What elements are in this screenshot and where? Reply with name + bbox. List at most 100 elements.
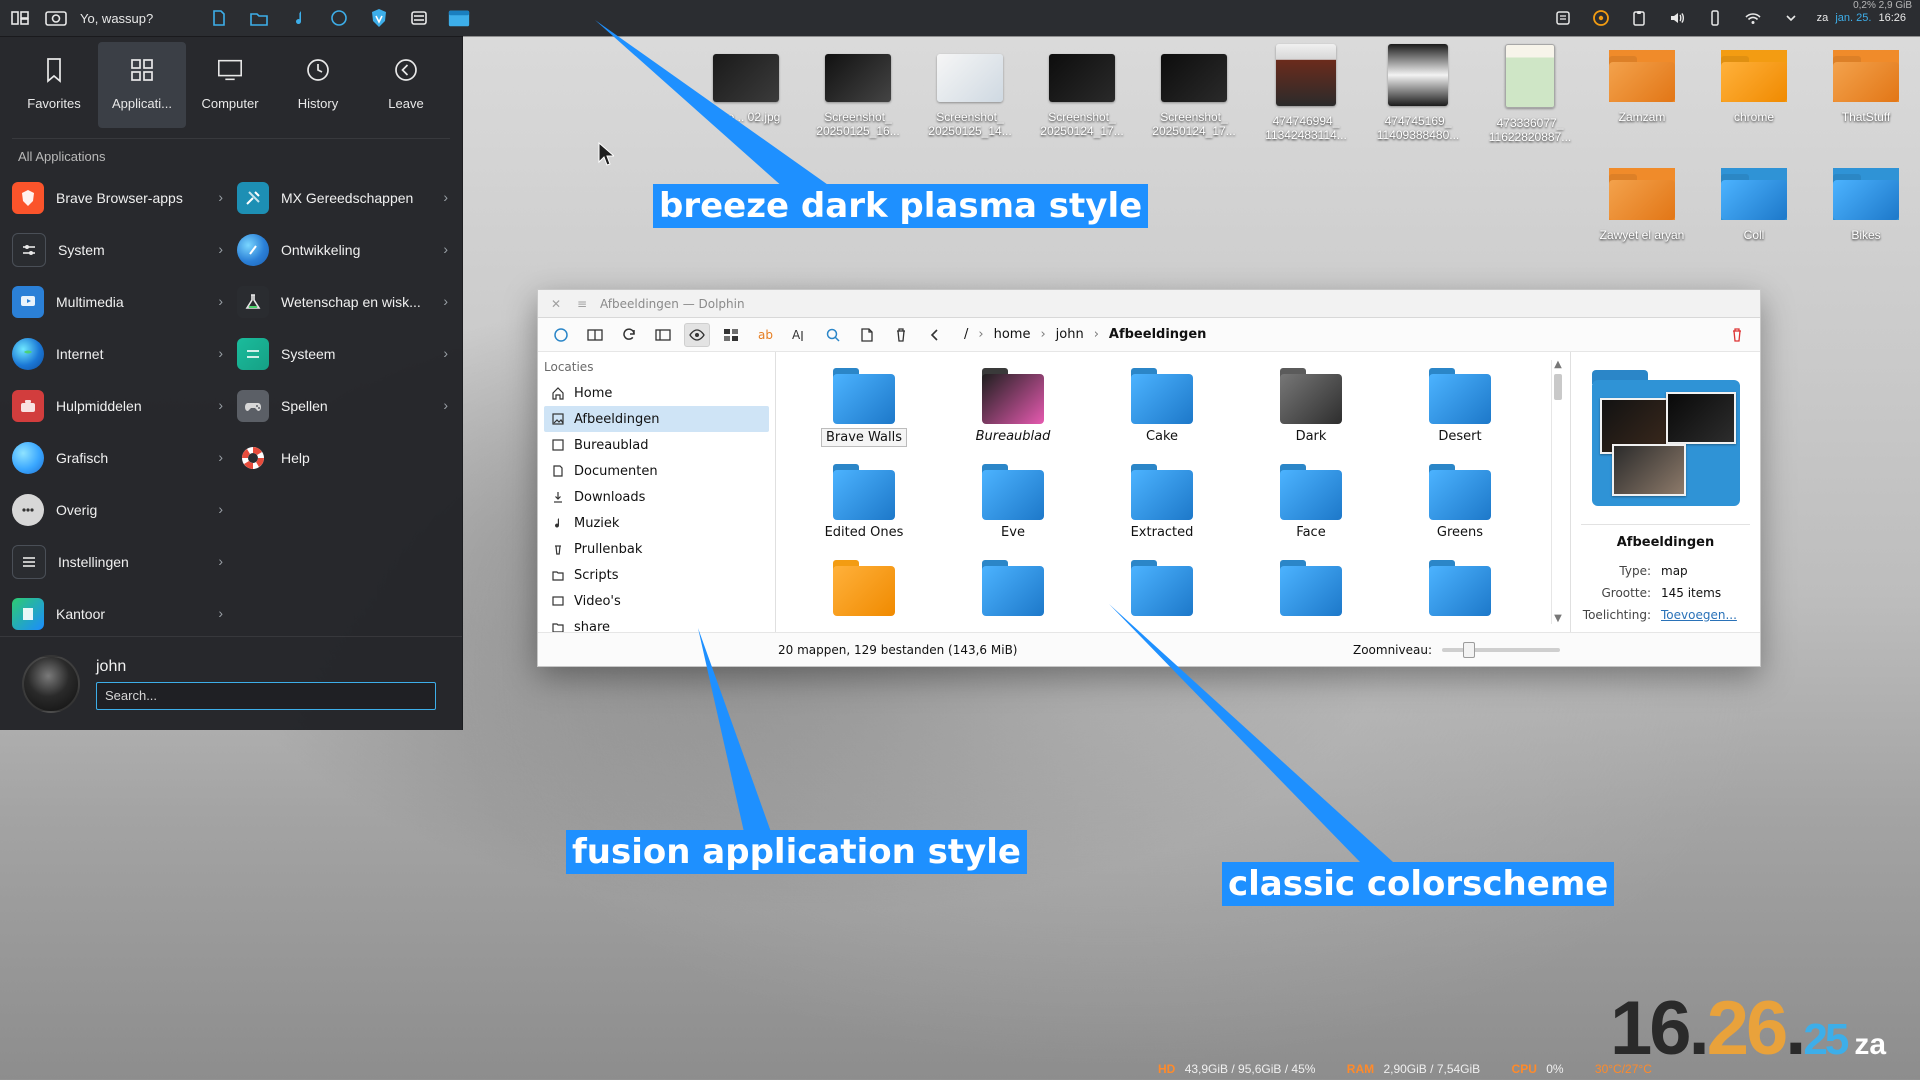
place-videos[interactable]: Video's (544, 588, 769, 614)
new-document-icon[interactable] (854, 323, 880, 347)
split-view-icon[interactable] (582, 323, 608, 347)
desktop-folder[interactable]: Zamzam (1586, 50, 1698, 124)
file-manager-launcher-icon[interactable] (247, 6, 271, 30)
scrollbar-thumb[interactable] (1554, 374, 1562, 400)
category-spellen[interactable]: Spellen › (237, 380, 462, 432)
screenshot-icon[interactable] (44, 6, 68, 30)
category-system[interactable]: System › (12, 224, 237, 276)
category-overig[interactable]: Overig › (12, 484, 237, 536)
launcher-search-input[interactable]: Search... (96, 681, 436, 710)
avatar[interactable] (22, 654, 80, 713)
place-scripts[interactable]: Scripts (544, 562, 769, 588)
document-launcher-icon[interactable] (207, 6, 231, 30)
delete-icon[interactable] (888, 323, 914, 347)
place-muziek[interactable]: Muziek (544, 510, 769, 536)
trash-icon[interactable] (1724, 323, 1750, 347)
category-grafisch[interactable]: Grafisch › (12, 432, 237, 484)
desktop-folder[interactable]: ThatStuff (1810, 50, 1920, 124)
circle-launcher-icon[interactable] (327, 6, 351, 30)
folder-item[interactable] (1251, 560, 1371, 635)
category-hulpmiddelen[interactable]: Hulpmiddelen › (12, 380, 237, 432)
wifi-tray-icon[interactable] (1741, 6, 1765, 30)
place-downloads[interactable]: Downloads (544, 484, 769, 510)
folder-item[interactable]: Dark (1251, 368, 1371, 445)
preview-toggle-eye-icon[interactable] (684, 322, 710, 347)
brave-launcher-icon[interactable] (367, 6, 391, 30)
category-ontwikkeling[interactable]: Ontwikkeling › (237, 224, 462, 276)
folder-item[interactable]: Eve (953, 464, 1073, 541)
tab-leave[interactable]: Leave (362, 42, 450, 128)
tab-favorites[interactable]: Favorites (10, 42, 98, 128)
desktop-icon[interactable]: Screenshot_ 20250124_17... (1026, 54, 1138, 138)
scroll-up-icon[interactable]: ▲ (1553, 360, 1563, 370)
desktop-folder[interactable]: chrome (1698, 50, 1810, 124)
tab-history[interactable]: History (274, 42, 362, 128)
clipboard-tray-icon[interactable] (1627, 6, 1651, 30)
panel-clock[interactable]: za jan. 25. 16:26 (1817, 12, 1906, 24)
desktop-icon[interactable]: Screenshot_ 20250125_14... (914, 54, 1026, 138)
back-chevron-icon[interactable] (922, 323, 948, 347)
reload-icon[interactable] (616, 323, 642, 347)
window-titlebar[interactable]: ✕ ≡ Afbeeldingen — Dolphin (538, 290, 1760, 318)
breadcrumb-root[interactable]: / (964, 327, 968, 342)
place-afbeeldingen[interactable]: Afbeeldingen (544, 406, 769, 432)
add-comment-link[interactable]: Toevoegen... (1661, 608, 1737, 622)
category-instellingen[interactable]: Instellingen › (12, 536, 237, 588)
desktop-icon[interactable]: 473336077_ 11622820887... (1474, 44, 1586, 144)
folder-item[interactable]: Face (1251, 464, 1371, 541)
tray-expand-chevron-icon[interactable] (1779, 6, 1803, 30)
update-tray-icon[interactable] (1589, 6, 1613, 30)
breadcrumb-current[interactable]: Afbeeldingen (1109, 327, 1207, 342)
desktop-folder[interactable]: Bikes (1810, 168, 1920, 242)
category-systeem[interactable]: Systeem › (237, 328, 462, 380)
scroll-down-icon[interactable]: ▼ (1553, 614, 1563, 624)
folder-item[interactable]: Greens (1400, 464, 1520, 541)
folder-item[interactable]: Desert (1400, 368, 1520, 445)
notes-tray-icon[interactable] (1551, 6, 1575, 30)
folder-item[interactable] (1400, 560, 1520, 635)
vertical-scrollbar[interactable]: ▲ ▼ (1551, 360, 1564, 624)
category-kantoor[interactable]: Kantoor › (12, 588, 237, 640)
window-launcher-icon[interactable] (447, 6, 471, 30)
desktop-folder[interactable]: Zawyet el aryan (1586, 168, 1698, 242)
place-bureaublad[interactable]: Bureaublad (544, 432, 769, 458)
desktop-icon[interactable]: scre... 02.jpg (690, 54, 802, 124)
settings-launcher-icon[interactable] (407, 6, 431, 30)
category-internet[interactable]: Internet › (12, 328, 237, 380)
place-documenten[interactable]: Documenten (544, 458, 769, 484)
tab-applications[interactable]: Applicati... (98, 42, 186, 128)
search-icon[interactable] (820, 323, 846, 347)
folder-item[interactable] (1102, 560, 1222, 635)
app-launcher-button[interactable] (8, 6, 32, 30)
folder-item[interactable]: Cake (1102, 368, 1222, 445)
category-mx-gereedschappen[interactable]: MX Gereedschappen › (237, 172, 462, 224)
folder-item[interactable] (953, 560, 1073, 635)
view-mode-icon[interactable] (718, 323, 744, 347)
breadcrumb-john[interactable]: john (1056, 327, 1084, 342)
phone-tray-icon[interactable] (1703, 6, 1727, 30)
folder-item[interactable]: Edited Ones (804, 464, 924, 541)
tab-computer[interactable]: Computer (186, 42, 274, 128)
music-launcher-icon[interactable] (287, 6, 311, 30)
desktop-icon[interactable]: Screenshot_ 20250125_16... (802, 54, 914, 138)
volume-tray-icon[interactable] (1665, 6, 1689, 30)
font-icon[interactable]: A (786, 323, 812, 347)
category-brave-browser-apps[interactable]: Brave Browser-apps › (12, 172, 237, 224)
category-wetenschap-en-wiskunde[interactable]: Wetenschap en wisk... › (237, 276, 462, 328)
circle-toolbar-icon[interactable] (548, 323, 574, 347)
category-multimedia[interactable]: Multimedia › (12, 276, 237, 328)
place-home[interactable]: Home (544, 380, 769, 406)
zoom-slider[interactable] (1442, 641, 1560, 658)
panel-toggle-icon[interactable] (650, 323, 676, 347)
rename-icon[interactable]: ab (752, 323, 778, 347)
folder-item[interactable]: Bureaublad (953, 368, 1073, 445)
close-icon[interactable]: ✕ (548, 296, 564, 312)
folder-item[interactable] (804, 560, 924, 635)
category-help[interactable]: Help (237, 432, 462, 484)
desktop-icon[interactable]: 474745169_ 11409388480... (1362, 44, 1474, 142)
desktop-folder[interactable]: Coll (1698, 168, 1810, 242)
zoom-slider-knob[interactable] (1463, 641, 1476, 658)
desktop-icon[interactable]: Screenshot_ 20250124_17... (1138, 54, 1250, 138)
breadcrumb-home[interactable]: home (994, 327, 1031, 342)
desktop-icon[interactable]: 474746994_ 11342483114... (1250, 44, 1362, 142)
